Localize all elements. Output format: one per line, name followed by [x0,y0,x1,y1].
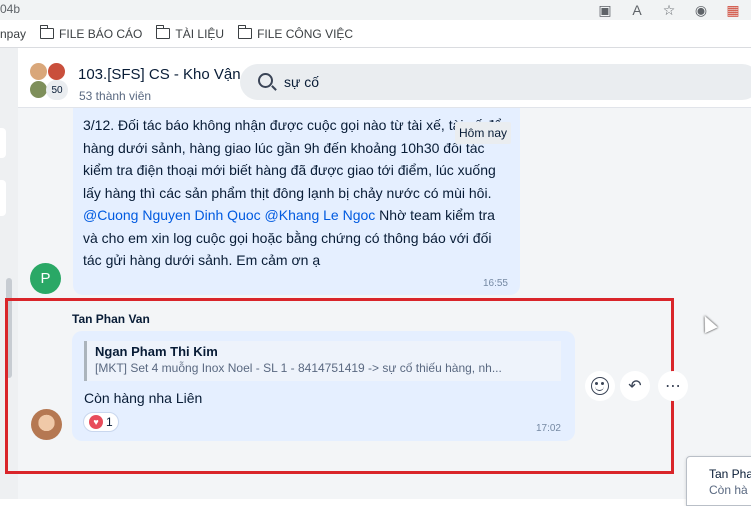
message-search-box[interactable] [240,64,751,100]
popup-sender-name: Tan Pha [709,467,751,481]
bookmark-file-bao-cao[interactable]: FILE BÁO CÁO [39,25,143,41]
message-bubble[interactable]: 3/12. Đối tác báo không nhận được cuộc g… [73,108,520,295]
bookmark-label: TÀI LIỆU [175,26,225,41]
reply-icon: ↶ [628,378,642,395]
browser-toolbar-icons: ▣ A ☆ ◉ ▦ [595,0,751,20]
mention-link[interactable]: @Cuong Nguyen Dinh Quoc [83,207,261,223]
reply-button[interactable]: ↶ [620,371,650,401]
folder-icon [237,25,253,39]
avatar [47,62,66,81]
url-fragment[interactable]: 04b [0,2,20,16]
screen-cast-icon[interactable]: ▣ [595,2,615,18]
message-timestamp: 17:02 [535,423,561,434]
folder-icon [155,25,171,39]
smile-icon [591,377,609,395]
bookmark-label: FILE BÁO CÁO [59,26,143,41]
extension-icon[interactable]: ▦ [723,2,743,18]
bookmark-tai-lieu[interactable]: TÀI LIỆU [155,25,225,41]
heart-icon: ♥ [89,415,103,429]
popup-message-text: Còn hà [709,483,748,497]
search-icon [258,73,273,88]
message-bubble[interactable]: Ngan Pham Thi Kim [MKT] Set 4 muỗng Inox… [72,331,575,441]
list-item-edge[interactable] [0,128,6,158]
avatar [29,62,48,81]
folder-icon [39,25,55,39]
message-timestamp: 16:55 [482,278,508,289]
chat-header: 50 103.[SFS] CS - Kho Vận 53 thành viên [18,48,751,108]
quoted-message[interactable]: Ngan Pham Thi Kim [MKT] Set 4 muỗng Inox… [84,341,561,381]
group-avatar[interactable]: 50 [28,61,68,101]
mention-link[interactable]: @Khang Le Ngoc [265,207,376,223]
message-sender-name[interactable]: Tan Phan Van [72,312,150,326]
shield-extension-icon[interactable]: ◉ [691,2,711,18]
message-text: 3/12. Đối tác báo không nhận được cuộc g… [83,114,510,272]
member-count-badge: 50 [46,80,68,100]
avatar[interactable] [31,409,62,440]
bookmark-npay[interactable]: npay [0,27,26,41]
reaction-badge[interactable]: ♥ 1 [83,412,119,432]
group-member-count[interactable]: 53 thành viên [79,89,151,103]
reaction-count: 1 [106,415,113,429]
react-button[interactable] [585,371,615,401]
quoted-text: [MKT] Set 4 muỗng Inox Noel - SL 1 - 841… [95,361,502,375]
search-input[interactable] [284,72,744,92]
bookmark-star-icon[interactable]: ☆ [659,2,679,18]
bookmark-file-cong-viec[interactable]: FILE CÔNG VIỆC [237,25,354,41]
browser-toolbar: 04b ▣ A ☆ ◉ ▦ [0,0,751,20]
translate-icon[interactable]: A [627,2,647,18]
quoted-sender: Ngan Pham Thi Kim [95,344,218,359]
message-text-part: 3/12. Đối tác báo không nhận được cuộc g… [83,117,502,201]
more-options-button[interactable]: ⋯ [658,371,688,401]
avatar[interactable]: P [30,263,61,294]
bookmark-label: npay [0,26,27,41]
bookmarks-bar: npay FILE BÁO CÁO TÀI LIỆU FILE CÔNG VIỆ… [0,20,751,48]
group-title[interactable]: 103.[SFS] CS - Kho Vận [78,66,241,83]
message-text: Còn hàng nha Liên [84,390,203,406]
bookmark-label: FILE CÔNG VIỆC [257,26,354,41]
list-item-edge[interactable] [0,180,6,216]
more-icon: ⋯ [665,378,681,395]
date-tooltip: Hôm nay [455,122,512,144]
